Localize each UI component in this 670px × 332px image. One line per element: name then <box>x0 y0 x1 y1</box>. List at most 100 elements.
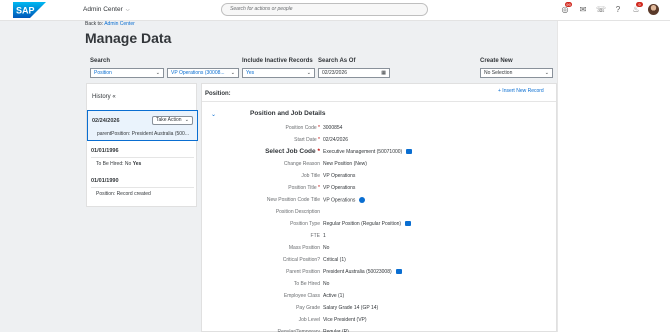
insert-new-record-button[interactable]: + Insert New Record <box>498 88 544 94</box>
field-row: To Be Hired No <box>202 281 556 291</box>
asof-label: Search As Of <box>318 58 356 64</box>
field-value: New Position (New) <box>323 161 367 167</box>
headset-icon[interactable]: ☏ <box>596 5 606 15</box>
page-title: Manage Data <box>85 30 172 46</box>
field-label: Select Job Code * <box>265 148 320 155</box>
field-row: Change Reason New Position (New) <box>202 161 556 171</box>
field-value: Executive Management (50071000) <box>323 149 413 155</box>
calendar-icon[interactable]: ▦ <box>381 69 386 77</box>
search-value-select[interactable]: VP Operations (30008... ⌄ <box>167 68 239 78</box>
notifications-icon[interactable]: ◎ 99 <box>560 2 572 15</box>
field-label: FTE <box>311 233 320 239</box>
field-value-text: Salary Grade 14 (GP 14) <box>323 305 379 311</box>
field-label: Position Code * <box>286 125 320 131</box>
field-label: Position Type <box>290 221 320 227</box>
field-value-text: Regular Position (Regular Position) <box>323 221 402 227</box>
field-value: Vice President (VP) <box>323 317 367 323</box>
field-label: Pay Grade <box>296 305 320 311</box>
chevron-down-icon[interactable]: ⌄ <box>211 111 216 118</box>
field-value: Regular Position (Regular Position) <box>323 221 412 227</box>
field-value: Active (1) <box>323 293 344 299</box>
inactive-select[interactable]: Yes ⌄ <box>242 68 315 78</box>
history-toggle[interactable]: History « <box>92 94 116 100</box>
chevron-down-icon: ⌄ <box>306 70 311 76</box>
asof-date-input[interactable]: 02/23/2026 ▦ <box>318 68 390 78</box>
field-value-text: 1 <box>323 233 326 239</box>
divider <box>91 187 194 188</box>
field-value-text: No <box>323 281 330 287</box>
alert-badge: 9 <box>636 2 643 7</box>
history-selected-record[interactable]: 02/24/2026 Take Action ⌄ parentPosition: … <box>87 110 198 141</box>
chevron-down-icon: ⌵ <box>125 7 130 13</box>
field-label-text: Select Job Code <box>265 148 316 155</box>
field-row: Position Title * VP Operations <box>202 185 556 195</box>
field-value-text: Executive Management (50071000) <box>323 149 403 155</box>
back-link[interactable]: Admin Center <box>104 21 135 27</box>
bell-icon[interactable]: ♨ 9 <box>631 2 643 15</box>
shell-bar: SAP Admin Center ⌵ Search for actions or … <box>0 0 670 21</box>
field-label-text: Position Title <box>288 185 317 191</box>
search-input[interactable]: Search for actions or people <box>221 3 428 16</box>
take-action-button[interactable]: Take Action ⌄ <box>152 116 193 125</box>
field-value: VP Operations <box>323 173 355 179</box>
field-label: Employee Class <box>284 293 320 299</box>
details-icon[interactable] <box>406 149 413 155</box>
field-label: Position Description <box>276 209 320 215</box>
search-type-value: Position <box>94 70 112 76</box>
field-label: Start Date * <box>294 137 320 143</box>
field-row: Job Level Vice President (VP) <box>202 317 556 327</box>
avatar[interactable] <box>648 4 659 15</box>
search-label: Search <box>90 58 111 64</box>
chat-icon[interactable]: ✉ <box>578 5 588 15</box>
history-date[interactable]: 01/01/1996 <box>91 148 119 154</box>
field-value: President Australia (50023008) <box>323 269 402 275</box>
field-label: Change Reason <box>284 161 320 167</box>
field-label-text: New Position Code Title <box>266 197 320 203</box>
field-value: 02/24/2026 <box>323 137 348 143</box>
history-change-text: Position: Record created <box>96 191 151 197</box>
field-label-text: FTE <box>310 233 320 239</box>
field-label: New Position Code Title <box>267 197 320 203</box>
field-row: Start Date * 02/24/2026 <box>202 137 556 147</box>
field-label-text: Mass Position <box>288 245 320 251</box>
details-icon[interactable] <box>405 221 412 227</box>
field-label-text: Job Title <box>301 173 320 179</box>
field-value: No <box>323 281 329 287</box>
field-row: Mass Position No <box>202 245 556 255</box>
notification-badge: 99 <box>565 2 572 7</box>
globe-icon[interactable] <box>359 197 366 203</box>
field-value-text: Critical (1) <box>323 257 346 263</box>
chevron-down-icon: ⌄ <box>155 70 160 76</box>
history-change-new-value: Yes <box>132 161 142 167</box>
details-icon[interactable] <box>395 269 402 275</box>
history-date[interactable]: 01/01/1990 <box>91 178 119 184</box>
field-row: Pay Grade Salary Grade 14 (GP 14) <box>202 305 556 315</box>
help-icon[interactable]: ? <box>613 5 623 15</box>
field-label: Job Title <box>301 173 320 179</box>
field-value: VP Operations <box>323 185 355 191</box>
field-row: Job Title VP Operations <box>202 173 556 183</box>
field-label-text: Position Type <box>290 221 320 227</box>
field-label-text: Position Description <box>275 209 320 215</box>
search-type-select[interactable]: Position ⌄ <box>90 68 164 78</box>
field-value: Critical (1) <box>323 257 346 263</box>
sap-logo[interactable]: SAP <box>13 2 46 18</box>
create-label: Create New <box>480 58 513 64</box>
field-value-text: VP Operations <box>323 173 356 179</box>
field-label-text: Critical Position? <box>282 257 320 263</box>
app-switcher[interactable]: Admin Center ⌵ <box>83 6 130 13</box>
field-row: Position Description <box>202 209 556 219</box>
history-change-prefix: To Be Hired: No <box>96 161 133 167</box>
field-value: 1 <box>323 233 326 239</box>
inactive-label: Include Inactive Records <box>242 58 313 64</box>
field-label: Parent Position <box>286 269 320 275</box>
field-value-text: President Australia (50023008) <box>323 269 392 275</box>
create-select[interactable]: No Selection ⌄ <box>480 68 553 78</box>
field-row: Position Code * 3000854 <box>202 125 556 135</box>
details-panel: Position: + Insert New Record ⌄ Position… <box>201 83 557 332</box>
field-value: Salary Grade 14 (GP 14) <box>323 305 378 311</box>
field-row: Select Job Code * Executive Management (5… <box>202 148 556 159</box>
field-value: No <box>323 245 329 251</box>
record-header: Position: <box>205 91 231 97</box>
divider <box>202 101 556 102</box>
